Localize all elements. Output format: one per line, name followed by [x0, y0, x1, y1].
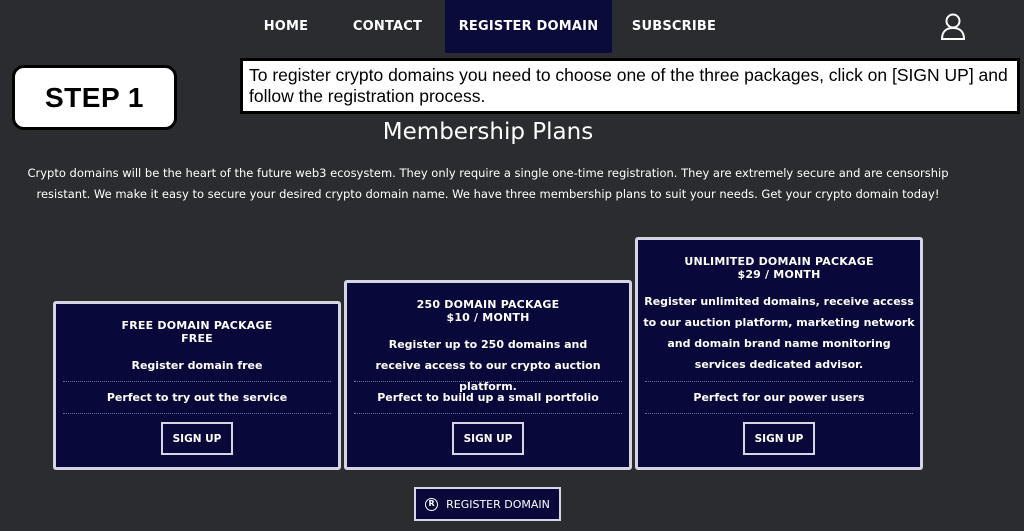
- plan-feature: Perfect for our power users: [693, 391, 865, 404]
- plan-description: Register up to 250 domains and receive a…: [375, 338, 601, 393]
- plan-feature: Perfect to try out the service: [106, 391, 288, 404]
- plan-name: FREE DOMAIN PACKAGE: [121, 319, 273, 332]
- intro-text: Crypto domains will be the heart of the …: [27, 166, 949, 201]
- register-domain-label: REGISTER DOMAIN: [446, 497, 550, 511]
- plan-price: $10 / MONTH: [446, 311, 530, 324]
- user-icon[interactable]: [938, 11, 968, 41]
- plan-price: $29 / MONTH: [737, 268, 821, 281]
- plan-card-free: FREE DOMAIN PACKAGE FREE Register domain…: [53, 301, 341, 470]
- signup-button-250[interactable]: SIGN UP: [452, 422, 524, 455]
- divider: [354, 413, 622, 414]
- plan-name: UNLIMITED DOMAIN PACKAGE: [684, 255, 874, 268]
- nav-register-domain[interactable]: REGISTER DOMAIN: [445, 0, 612, 53]
- nav-subscribe[interactable]: SUBSCRIBE: [622, 0, 726, 53]
- divider: [63, 381, 331, 382]
- register-domain-button[interactable]: R REGISTER DOMAIN: [414, 487, 561, 521]
- signup-button-unlimited[interactable]: SIGN UP: [743, 422, 815, 455]
- plan-description: Register domain free: [131, 359, 263, 372]
- registered-icon: R: [425, 497, 439, 511]
- plan-description: Register unlimited domains, receive acce…: [643, 295, 915, 371]
- plan-card-unlimited: UNLIMITED DOMAIN PACKAGE $29 / MONTH Reg…: [635, 237, 923, 470]
- plan-name: 250 DOMAIN PACKAGE: [416, 298, 560, 311]
- top-navbar: HOME CONTACT REGISTER DOMAIN SUBSCRIBE: [0, 0, 1024, 53]
- plan-card-250: 250 DOMAIN PACKAGE $10 / MONTH Register …: [344, 280, 632, 470]
- divider: [354, 381, 622, 382]
- page-title: Membership Plans: [382, 119, 594, 145]
- signup-button-free[interactable]: SIGN UP: [161, 422, 233, 455]
- divider: [645, 381, 913, 382]
- nav-home[interactable]: HOME: [250, 0, 322, 53]
- divider: [645, 413, 913, 414]
- nav-contact[interactable]: CONTACT: [340, 0, 435, 53]
- divider: [63, 413, 331, 414]
- plan-price: FREE: [181, 332, 213, 345]
- plan-feature: Perfect to build up a small portfolio: [377, 391, 599, 404]
- step-instruction: To register crypto domains you need to c…: [240, 58, 1020, 114]
